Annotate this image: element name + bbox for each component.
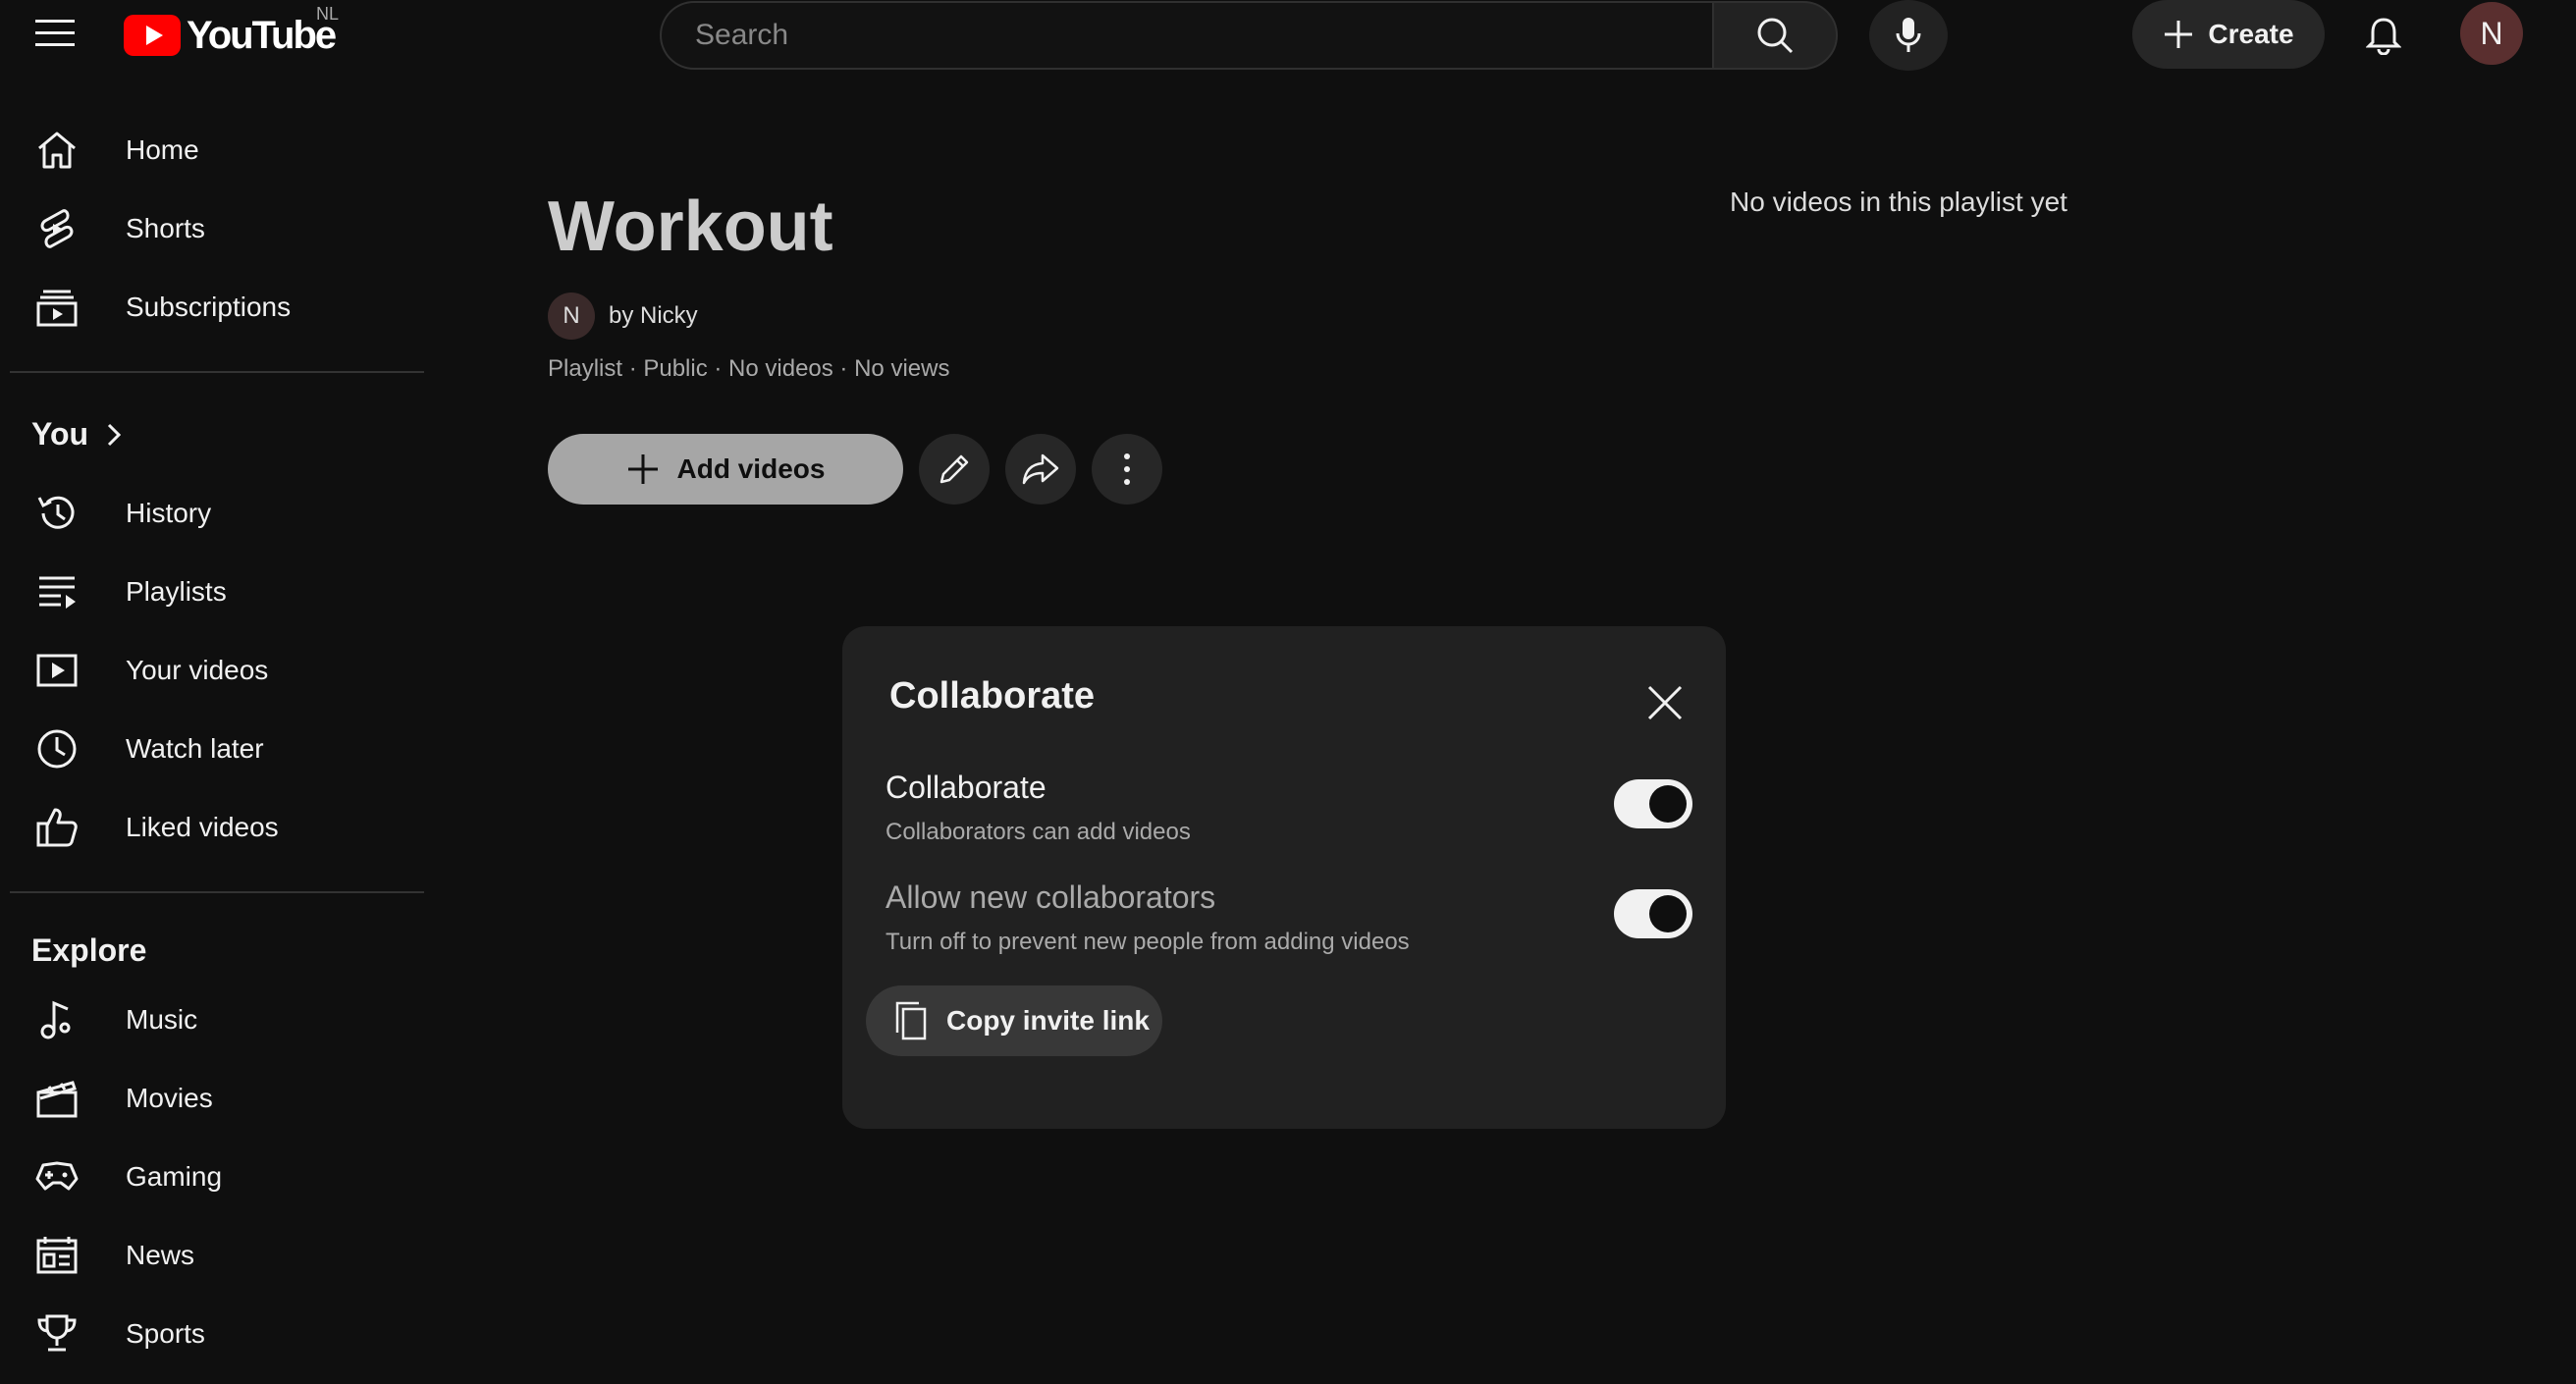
your-videos-icon	[10, 649, 104, 692]
playlist-title: Workout	[548, 187, 833, 266]
allow-new-collaborators-description: Turn off to prevent new people from addi…	[886, 929, 1410, 955]
create-button[interactable]: Create	[2132, 0, 2325, 69]
toggle-knob	[1649, 895, 1687, 932]
collaborate-option-description: Collaborators can add videos	[886, 819, 1191, 845]
chevron-right-icon	[108, 423, 122, 446]
sidebar-item-news[interactable]: News	[10, 1217, 422, 1294]
subscriptions-icon	[10, 286, 104, 329]
sidebar-item-label: Movies	[126, 1083, 213, 1113]
microphone-icon	[1896, 18, 1921, 52]
dialog-title: Collaborate	[889, 675, 1096, 717]
plus-icon	[2165, 21, 2193, 48]
sidebar-item-label: Home	[126, 134, 199, 165]
gaming-icon	[10, 1155, 104, 1198]
top-bar: YouTube NL Search Create N	[0, 0, 2576, 71]
share-icon	[1022, 453, 1059, 485]
liked-videos-icon	[10, 806, 104, 849]
region-code: NL	[316, 4, 340, 24]
sidebar-item-subscriptions[interactable]: Subscriptions	[10, 269, 422, 346]
search-button[interactable]	[1712, 1, 1838, 70]
more-vertical-icon	[1124, 453, 1130, 485]
watch-later-icon	[10, 727, 104, 771]
owner-name: by Nicky	[609, 302, 698, 329]
sidebar-item-label: Gaming	[126, 1161, 223, 1192]
sidebar-item-playlists[interactable]: Playlists	[10, 554, 422, 630]
close-icon	[1647, 685, 1683, 720]
owner-avatar: N	[548, 293, 595, 340]
add-videos-label: Add videos	[676, 453, 826, 484]
shorts-icon	[10, 207, 104, 250]
sidebar-divider	[10, 891, 424, 893]
explore-section-title: Explore	[31, 932, 147, 968]
close-button[interactable]	[1636, 673, 1694, 732]
sidebar-item-label: Sports	[126, 1318, 205, 1349]
sidebar-item-movies[interactable]: Movies	[10, 1060, 422, 1137]
movies-icon	[10, 1077, 104, 1120]
voice-search-button[interactable]	[1869, 0, 1948, 71]
sidebar-item-label: Music	[126, 1004, 198, 1035]
collaborate-option-label: Collaborate	[886, 770, 1046, 805]
sidebar-item-label: Playlists	[126, 576, 227, 607]
copy-invite-link-button[interactable]: Copy invite link	[866, 985, 1162, 1056]
logo-text: YouTube	[187, 13, 337, 57]
sidebar-item-gaming[interactable]: Gaming	[10, 1139, 422, 1215]
sidebar-item-label: History	[126, 498, 212, 528]
account-avatar[interactable]: N	[2460, 2, 2523, 65]
sidebar-item-shorts[interactable]: Shorts	[10, 190, 422, 267]
sidebar-item-sports[interactable]: Sports	[10, 1296, 422, 1372]
sidebar-item-label: Watch later	[126, 733, 264, 764]
trophy-icon	[10, 1312, 104, 1356]
playlist-meta: Playlist · Public · No videos · No views	[548, 355, 950, 382]
collaborate-dialog: Collaborate Collaborate Collaborators ca…	[842, 626, 1726, 1129]
hamburger-menu-icon[interactable]	[27, 12, 82, 55]
sidebar-item-liked-videos[interactable]: Liked videos	[10, 789, 422, 866]
news-icon	[10, 1234, 104, 1277]
home-icon	[10, 129, 104, 172]
you-section-header[interactable]: You	[31, 416, 122, 452]
add-videos-button[interactable]: Add videos	[548, 434, 903, 505]
collaborate-toggle[interactable]	[1614, 779, 1692, 828]
allow-new-collaborators-toggle[interactable]	[1614, 889, 1692, 938]
sidebar-item-label: Your videos	[126, 655, 269, 685]
toggle-knob	[1649, 785, 1687, 823]
sidebar-item-label: Subscriptions	[126, 292, 292, 322]
allow-new-collaborators-label: Allow new collaborators	[886, 879, 1216, 915]
copy-icon	[895, 1001, 927, 1040]
notifications-bell-icon[interactable]	[2356, 10, 2411, 61]
create-label: Create	[2208, 19, 2294, 49]
sidebar-item-your-videos[interactable]: Your videos	[10, 632, 422, 709]
edit-button[interactable]	[919, 434, 990, 505]
share-button[interactable]	[1005, 434, 1076, 505]
sidebar-item-music[interactable]: Music	[10, 982, 422, 1058]
search-icon	[1757, 18, 1794, 54]
sidebar-item-label: Liked videos	[126, 812, 279, 842]
copy-invite-link-label: Copy invite link	[946, 1005, 1150, 1036]
search-placeholder: Search	[695, 19, 789, 51]
playlists-icon	[10, 570, 104, 613]
sidebar-item-watch-later[interactable]: Watch later	[10, 711, 422, 787]
sidebar-item-label: News	[126, 1240, 195, 1270]
empty-playlist-message: No videos in this playlist yet	[1730, 186, 2067, 217]
plus-icon	[627, 454, 658, 484]
sidebar-item-home[interactable]: Home	[10, 112, 422, 188]
history-icon	[10, 492, 104, 535]
more-actions-button[interactable]	[1092, 434, 1162, 505]
sidebar-item-history[interactable]: History	[10, 475, 422, 552]
music-icon	[10, 998, 104, 1041]
pencil-icon	[939, 454, 969, 484]
search-input[interactable]: Search	[660, 1, 1712, 70]
playlist-owner[interactable]: N by Nicky	[548, 293, 698, 340]
you-section-title: You	[31, 416, 89, 452]
youtube-play-logo-icon	[124, 15, 181, 56]
sidebar-divider	[10, 371, 424, 373]
youtube-logo[interactable]: YouTube	[124, 12, 337, 59]
sidebar-item-label: Shorts	[126, 213, 205, 243]
